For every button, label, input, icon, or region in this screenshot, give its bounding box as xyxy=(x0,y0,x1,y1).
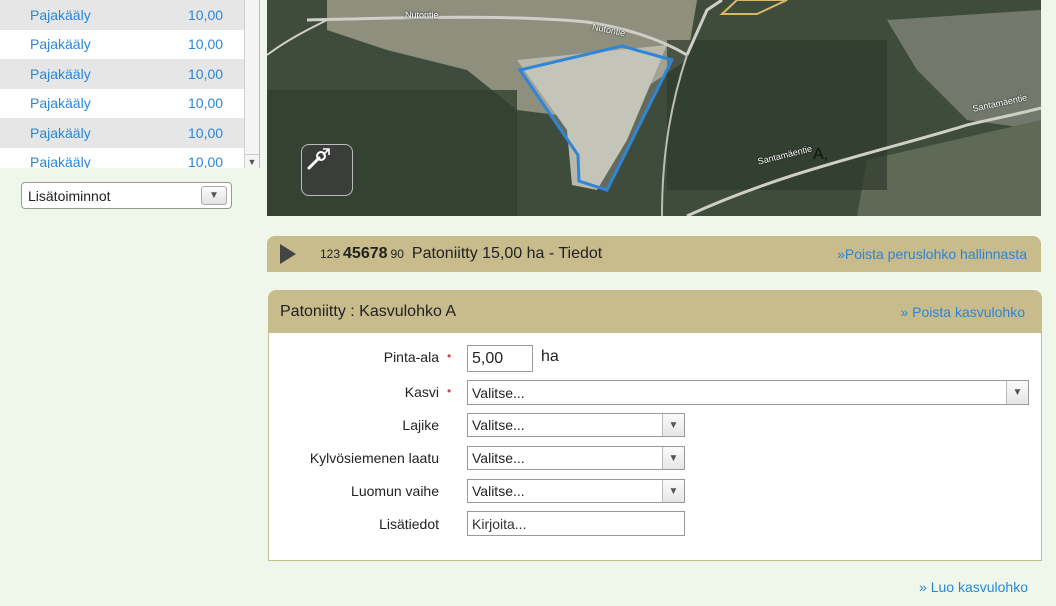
seed-quality-label: Kylvösiemenen laatu xyxy=(309,450,439,466)
variety-select-value: Valitse... xyxy=(472,417,525,433)
list-item-value: 10,00 xyxy=(188,154,224,168)
area-label: Pinta-ala xyxy=(383,349,439,365)
list-item[interactable]: Pajakääly 10,00 xyxy=(0,59,259,89)
list-item-name[interactable]: Pajakääly xyxy=(30,95,91,111)
list-item[interactable]: Pajakääly 10,00 xyxy=(0,118,259,148)
list-item-value: 10,00 xyxy=(188,95,224,112)
list-scrollbar[interactable]: ▼ xyxy=(244,0,259,168)
seed-quality-select[interactable]: Valitse... ▼ xyxy=(467,446,685,470)
list-item-name[interactable]: Pajakääly xyxy=(30,7,91,23)
expand-play-icon[interactable] xyxy=(280,244,296,264)
chevron-down-icon[interactable]: ▼ xyxy=(662,414,684,436)
list-item[interactable]: Pajakääly 10,00 xyxy=(0,0,259,30)
satellite-map[interactable]: Nutontie Nutontie Santamäentie Santamäen… xyxy=(267,0,1041,216)
chevron-down-icon[interactable]: ▼ xyxy=(1006,381,1028,404)
more-actions-label: Lisätoiminnot xyxy=(28,187,111,204)
list-item-name[interactable]: Pajakääly xyxy=(30,154,91,168)
list-item-name[interactable]: Pajakääly xyxy=(30,125,91,141)
parcel-id-suffix: 90 xyxy=(390,247,404,261)
chevron-down-icon[interactable]: ▼ xyxy=(662,480,684,502)
remove-crop-block-link[interactable]: » Poista kasvulohko xyxy=(900,304,1025,320)
map-marker-label: A, xyxy=(813,146,829,163)
create-crop-block-link[interactable]: » Luo kasvulohko xyxy=(919,579,1028,595)
parcel-id: 123 45678 90 xyxy=(320,245,404,263)
list-item[interactable]: Pajakääly 10,00 xyxy=(0,30,259,60)
remove-parcel-link[interactable]: »Poista peruslohko hallinnasta xyxy=(837,246,1027,262)
map-tools-button[interactable] xyxy=(301,144,353,196)
map-imagery xyxy=(267,0,1041,216)
parcel-id-main: 45678 xyxy=(343,245,388,262)
road-label: Nutontie xyxy=(405,10,439,20)
notes-input[interactable]: Kirjoita... xyxy=(467,511,685,536)
list-item-value: 10,00 xyxy=(188,36,224,53)
notes-label: Lisätiedot xyxy=(379,516,439,532)
organic-phase-select[interactable]: Valitse... ▼ xyxy=(467,479,685,503)
seed-quality-select-value: Valitse... xyxy=(472,450,525,466)
parcel-header[interactable]: 123 45678 90 Patoniitty 15,00 ha - Tiedo… xyxy=(267,236,1041,272)
more-actions-select[interactable]: Lisätoiminnot ▼ xyxy=(21,182,232,209)
list-item[interactable]: Pajakääly 10,00 xyxy=(0,89,259,119)
form-header: Patoniitty : Kasvulohko A » Poista kasvu… xyxy=(269,291,1041,333)
required-marker: • xyxy=(447,349,452,363)
required-marker: • xyxy=(447,384,452,398)
organic-phase-label: Luomun vaihe xyxy=(351,483,439,499)
list-item[interactable]: Pajakääly 10,00 xyxy=(0,148,259,168)
list-item-value: 10,00 xyxy=(188,6,224,23)
variety-label: Lajike xyxy=(402,417,439,433)
wrench-icon xyxy=(307,148,330,170)
list-item-value: 10,00 xyxy=(188,124,224,141)
variety-select[interactable]: Valitse... ▼ xyxy=(467,413,685,437)
area-input[interactable]: 5,00 xyxy=(467,345,533,372)
list-item-name[interactable]: Pajakääly xyxy=(30,36,91,52)
chevron-down-icon[interactable]: ▼ xyxy=(662,447,684,469)
form-title: Patoniitty : Kasvulohko A xyxy=(280,303,457,320)
parcel-id-prefix: 123 xyxy=(320,247,341,261)
scroll-down-arrow-icon[interactable]: ▼ xyxy=(245,154,259,168)
crop-select[interactable]: Valitse... ▼ xyxy=(467,380,1029,405)
list-item-value: 10,00 xyxy=(188,65,224,82)
parcel-title: Patoniitty 15,00 ha - Tiedot xyxy=(411,245,603,262)
crop-label: Kasvi xyxy=(404,384,439,400)
list-item-name[interactable]: Pajakääly xyxy=(30,66,91,82)
parcel-list: Pajakääly 10,00 Pajakääly 10,00 Pajakääl… xyxy=(0,0,260,168)
crop-block-form: Patoniitty : Kasvulohko A » Poista kasvu… xyxy=(268,290,1042,561)
crop-select-value: Valitse... xyxy=(472,384,525,401)
organic-phase-select-value: Valitse... xyxy=(472,483,525,499)
area-unit: ha xyxy=(541,348,559,365)
chevron-down-icon[interactable]: ▼ xyxy=(201,186,227,205)
